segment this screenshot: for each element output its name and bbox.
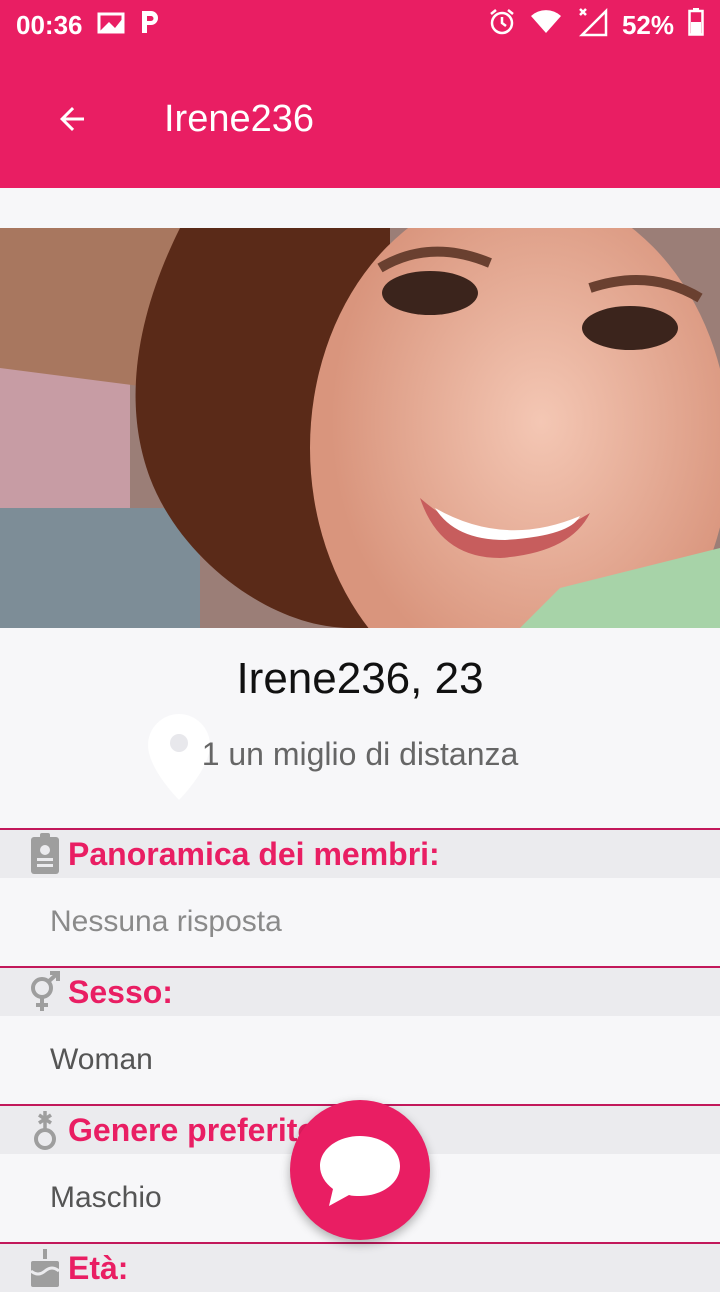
status-bar: 00:36 52% xyxy=(0,0,720,50)
profile-distance: 1 un miglio di distanza xyxy=(201,736,519,772)
app-bar: Irene236 xyxy=(0,50,720,188)
id-badge-icon xyxy=(24,833,66,875)
section-label: Sesso: xyxy=(68,973,173,1010)
section-header-age: Età: xyxy=(0,1242,720,1292)
section-value-preferred-gender: Maschio xyxy=(50,1181,162,1214)
battery-percent: 52% xyxy=(621,9,674,40)
battery-icon xyxy=(688,7,704,43)
profile-name-age: Irene236, 23 xyxy=(236,654,484,703)
wifi-icon xyxy=(530,9,562,42)
section-label: Età: xyxy=(68,1249,129,1286)
gender-icon xyxy=(24,971,66,1013)
chat-bubble-icon xyxy=(320,1136,400,1206)
section-header-overview: Panoramica dei membri: xyxy=(0,828,720,878)
notification-icon xyxy=(97,10,125,41)
chat-button[interactable] xyxy=(290,1100,430,1240)
profile-photo-carousel[interactable] xyxy=(0,228,720,628)
section-value-gender: Woman xyxy=(50,1043,153,1076)
parking-app-icon xyxy=(139,9,161,42)
page-title: Irene236 xyxy=(164,97,315,140)
status-time: 00:36 xyxy=(16,9,83,40)
section-label: Panoramica dei membri: xyxy=(68,835,440,872)
preferred-gender-icon xyxy=(24,1109,66,1151)
section-header-gender: Sesso: xyxy=(0,966,720,1016)
arrow-back-icon xyxy=(60,107,84,131)
back-button[interactable] xyxy=(40,87,104,151)
cellular-signal-icon xyxy=(576,7,608,44)
alarm-icon xyxy=(488,8,516,43)
cake-icon xyxy=(24,1247,66,1289)
profile-photo xyxy=(0,228,720,628)
section-value-overview: Nessuna risposta xyxy=(50,905,282,938)
section-label: Genere preferito: xyxy=(68,1111,328,1148)
